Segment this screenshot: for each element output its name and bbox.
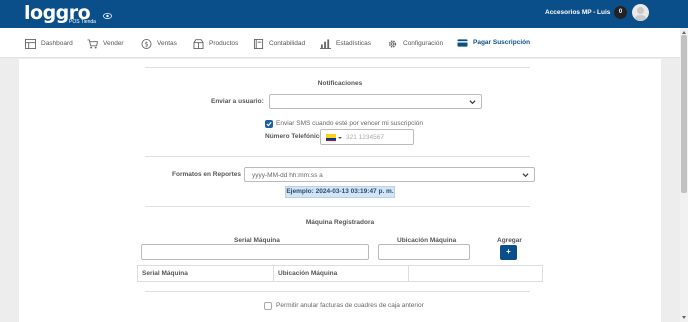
nav-label-vender: Vender xyxy=(103,40,124,47)
nav-item-dashboard[interactable]: Dashboard xyxy=(25,38,73,49)
check-icon xyxy=(266,121,272,127)
serial-input[interactable] xyxy=(141,244,369,260)
add-machine-button[interactable]: + xyxy=(500,245,517,260)
store-name[interactable]: Accesorios MP - xyxy=(545,9,595,16)
send-to-user-select[interactable] xyxy=(269,94,482,109)
logo-subtitle: POS Tienda xyxy=(69,19,96,25)
avatar-body xyxy=(634,15,647,21)
report-format-value: yyyy-MM-dd hh:mm:ss a xyxy=(252,172,323,179)
products-icon xyxy=(193,38,204,49)
chevron-down-icon xyxy=(522,173,529,178)
nav-item-vender[interactable]: Vender xyxy=(87,38,124,49)
phone-input[interactable] xyxy=(346,131,412,143)
add-label: Agregar xyxy=(497,237,522,244)
dollar-icon: $ xyxy=(141,38,152,49)
avatar[interactable] xyxy=(632,4,649,21)
nav-item-estadisticas[interactable]: Estadísticas xyxy=(320,38,371,49)
table-header-location: Ubicación Máquina xyxy=(274,266,409,281)
dashboard-icon xyxy=(25,38,36,49)
report-format-select[interactable]: yyyy-MM-dd hh:mm:ss a xyxy=(244,167,535,182)
nav-label-pagar-suscripcion: Pagar Suscripción xyxy=(473,39,531,46)
top-header: loggro POS Tienda Accesorios MP - Luis 0 xyxy=(0,0,688,28)
nav-label-dashboard: Dashboard xyxy=(41,40,73,47)
machines-title: Máquina Registradora xyxy=(305,219,375,226)
bar-chart-icon xyxy=(320,38,331,49)
machines-table: Serial Máquina Ubicación Máquina xyxy=(137,265,543,282)
scroll-thumb[interactable] xyxy=(681,35,687,193)
notifications-title: Notificaciones xyxy=(317,80,363,87)
nav-label-estadisticas: Estadísticas xyxy=(336,40,372,47)
nav-item-productos[interactable]: Productos xyxy=(193,38,238,49)
user-name[interactable]: Luis xyxy=(597,9,610,16)
location-input[interactable] xyxy=(378,244,470,260)
divider xyxy=(145,206,530,207)
scroll-down-arrow-icon[interactable] xyxy=(682,316,686,319)
nav-item-pagar-suscripcion[interactable]: Pagar Suscripción xyxy=(457,37,530,48)
scroll-up-arrow-icon[interactable] xyxy=(682,31,686,34)
table-header-actions xyxy=(409,266,542,281)
credit-card-icon xyxy=(457,38,468,47)
nav-label-productos: Productos xyxy=(209,40,239,47)
nav-label-configuracion: Configuración xyxy=(403,40,444,47)
colombia-flag-icon[interactable] xyxy=(326,134,336,141)
report-format-label: Formatos en Reportes xyxy=(172,171,241,178)
svg-text:$: $ xyxy=(144,40,148,48)
book-icon xyxy=(253,38,264,49)
avatar-head xyxy=(637,7,644,14)
main-nav: Dashboard Vender $ Ventas Productos Cont… xyxy=(0,28,680,58)
table-header-serial: Serial Máquina xyxy=(138,266,274,281)
format-example: Ejemplo: 2024-03-13 03:19:47 p. m. xyxy=(285,186,395,198)
eye-icon[interactable] xyxy=(103,13,112,19)
nav-item-configuracion[interactable]: Configuración xyxy=(387,38,443,49)
cancel-invoices-label: Permitir anular facturas de cuadres de c… xyxy=(276,302,424,309)
send-to-user-label: Enviar a usuario: xyxy=(211,98,264,105)
nav-item-contabilidad[interactable]: Contabilidad xyxy=(253,38,305,49)
page-scrollbar[interactable] xyxy=(680,28,688,322)
divider xyxy=(145,156,530,157)
country-caret-icon[interactable] xyxy=(338,137,342,139)
location-label: Ubicación Máquina xyxy=(397,237,457,244)
chevron-down-icon xyxy=(469,100,476,105)
sms-checkbox-label: Enviar SMS cuando esté por vencer mi sus… xyxy=(276,120,424,127)
cancel-invoices-checkbox[interactable] xyxy=(264,302,272,310)
phone-field xyxy=(320,129,414,145)
serial-label: Serial Máquina xyxy=(234,237,280,244)
notification-badge[interactable]: 0 xyxy=(614,6,627,19)
nav-item-ventas[interactable]: $ Ventas xyxy=(141,38,177,49)
divider xyxy=(145,67,530,68)
nav-label-contabilidad: Contabilidad xyxy=(269,40,306,47)
sms-checkbox[interactable] xyxy=(265,120,273,128)
gear-icon xyxy=(388,39,397,48)
divider xyxy=(145,291,530,292)
phone-label: Número Telefónico xyxy=(265,133,324,140)
cart-icon xyxy=(87,38,98,49)
nav-label-ventas: Ventas xyxy=(157,40,177,47)
